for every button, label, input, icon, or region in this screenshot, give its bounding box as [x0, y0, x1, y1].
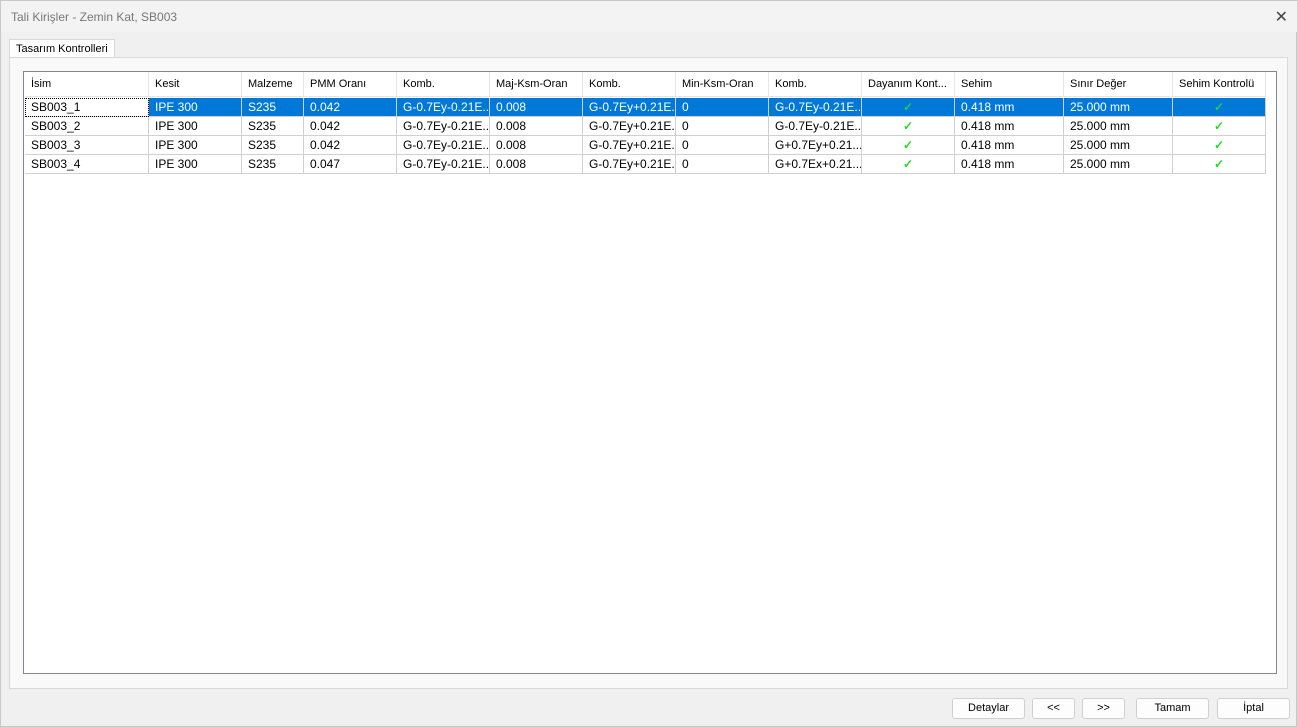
table-row[interactable]: SB003_4 IPE 300 S235 0.047 G-0.7Ey-0.21E... 0…	[25, 155, 1266, 174]
close-icon[interactable]: ✕	[1275, 7, 1288, 27]
table-cell: 0.042	[304, 98, 397, 117]
table-cell: SB003_4	[25, 155, 149, 174]
table-row[interactable]: SB003_3 IPE 300 S235 0.042 G-0.7Ey-0.21E... 0…	[25, 136, 1266, 155]
table-cell: G+0.7Ey+0.21...	[769, 136, 862, 155]
check-icon: ✓	[862, 136, 955, 155]
check-icon: ✓	[1173, 155, 1266, 174]
table-cell: G-0.7Ey+0.21E...	[583, 136, 676, 155]
table-cell: IPE 300	[149, 98, 242, 117]
table-cell: 0	[676, 136, 769, 155]
table-cell: S235	[242, 155, 304, 174]
column-header[interactable]: Malzeme	[242, 72, 304, 97]
table-cell: 0.042	[304, 136, 397, 155]
results-grid: İsim Kesit Malzeme PMM Oranı Komb. Maj-Ksm-Or…	[23, 71, 1277, 674]
table-cell: IPE 300	[149, 136, 242, 155]
column-header[interactable]: İsim	[25, 72, 149, 97]
table-cell: G-0.7Ey-0.21E...	[397, 136, 490, 155]
table-cell: S235	[242, 98, 304, 117]
table-cell: G-0.7Ey-0.21E...	[397, 155, 490, 174]
table-cell: 0	[676, 155, 769, 174]
table-cell: IPE 300	[149, 155, 242, 174]
table-cell: 0.418 mm	[955, 136, 1064, 155]
table-cell: 0.008	[490, 98, 583, 117]
check-icon: ✓	[1173, 117, 1266, 136]
column-header[interactable]: Sınır Değer	[1064, 72, 1173, 97]
table-cell: 0	[676, 117, 769, 136]
title-bar: Tali Kirişler - Zemin Kat, SB003 ✕	[1, 1, 1297, 32]
table-row[interactable]: SB003_1 IPE 300 S235 0.042 G-0.7Ey-0.21E... 0…	[25, 98, 1266, 117]
column-header[interactable]: Kesit	[149, 72, 242, 97]
table-cell: 0.418 mm	[955, 98, 1064, 117]
next-button[interactable]: >>	[1082, 698, 1125, 719]
table-cell: G-0.7Ey+0.21E...	[583, 98, 676, 117]
table-cell: 0.008	[490, 117, 583, 136]
column-header[interactable]: Komb.	[769, 72, 862, 97]
cancel-button[interactable]: İptal	[1217, 698, 1290, 719]
check-icon: ✓	[862, 98, 955, 117]
column-header[interactable]: Sehim	[955, 72, 1064, 97]
table-cell: G-0.7Ey-0.21E...	[397, 117, 490, 136]
table-cell: 0	[676, 98, 769, 117]
column-header[interactable]: Maj-Ksm-Oran	[490, 72, 583, 97]
table-row[interactable]: SB003_2 IPE 300 S235 0.042 G-0.7Ey-0.21E... 0…	[25, 117, 1266, 136]
table-cell: G-0.7Ey-0.21E...	[769, 98, 862, 117]
table-cell: G-0.7Ey-0.21E...	[769, 117, 862, 136]
table-cell: G-0.7Ey+0.21E...	[583, 117, 676, 136]
check-icon: ✓	[862, 155, 955, 174]
column-header[interactable]: Sehim Kontrolü	[1173, 72, 1266, 97]
column-header[interactable]: Komb.	[583, 72, 676, 97]
column-header[interactable]: Dayanım Kont...	[862, 72, 955, 97]
table-cell: 0.418 mm	[955, 117, 1064, 136]
table-cell: 0.418 mm	[955, 155, 1064, 174]
table-cell: 25.000 mm	[1064, 155, 1173, 174]
table-cell: 25.000 mm	[1064, 136, 1173, 155]
table-cell: 0.008	[490, 155, 583, 174]
table-cell: SB003_3	[25, 136, 149, 155]
table-cell: 0.047	[304, 155, 397, 174]
tab-design-checks[interactable]: Tasarım Kontrolleri	[9, 39, 115, 58]
table-cell: 25.000 mm	[1064, 117, 1173, 136]
column-header[interactable]: Komb.	[397, 72, 490, 97]
table-cell: SB003_2	[25, 117, 149, 136]
table-cell: IPE 300	[149, 117, 242, 136]
table-cell: G-0.7Ey-0.21E...	[397, 98, 490, 117]
ok-button[interactable]: Tamam	[1136, 698, 1209, 719]
table-cell: 0.042	[304, 117, 397, 136]
previous-button[interactable]: <<	[1032, 698, 1075, 719]
table-cell: S235	[242, 136, 304, 155]
header-row: İsim Kesit Malzeme PMM Oranı Komb. Maj-Ksm-Or…	[25, 72, 1266, 97]
column-header[interactable]: Min-Ksm-Oran	[676, 72, 769, 97]
table-cell: 0.008	[490, 136, 583, 155]
table-cell: 25.000 mm	[1064, 98, 1173, 117]
table-cell: G+0.7Ex+0.21...	[769, 155, 862, 174]
table-cell: SB003_1	[25, 98, 149, 117]
details-button[interactable]: Detaylar	[952, 698, 1025, 719]
check-icon: ✓	[1173, 98, 1266, 117]
table-cell: S235	[242, 117, 304, 136]
check-icon: ✓	[862, 117, 955, 136]
column-header[interactable]: PMM Oranı	[304, 72, 397, 97]
window-title: Tali Kirişler - Zemin Kat, SB003	[11, 10, 178, 24]
table-cell: G-0.7Ey+0.21E...	[583, 155, 676, 174]
check-icon: ✓	[1173, 136, 1266, 155]
